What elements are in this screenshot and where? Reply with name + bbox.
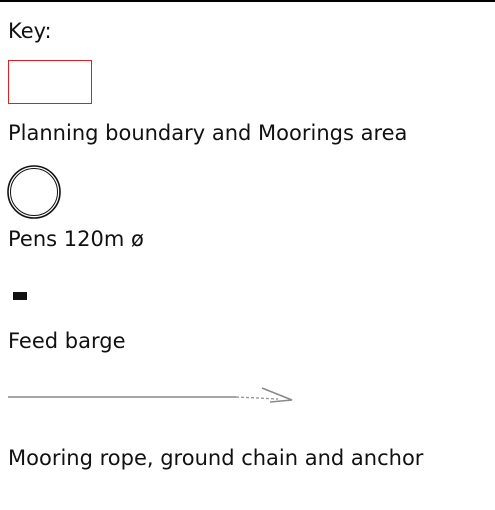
legend-panel: Key: Planning boundary and Moorings area… bbox=[0, 0, 495, 510]
pen-circle-icon bbox=[7, 165, 61, 219]
mooring-line-icon bbox=[8, 387, 293, 403]
feed-barge-swatch bbox=[13, 292, 27, 300]
planning-boundary-label: Planning boundary and Moorings area bbox=[8, 121, 408, 145]
legend-title: Key: bbox=[8, 19, 52, 43]
pens-label: Pens 120m ø bbox=[8, 227, 144, 251]
mooring-label: Mooring rope, ground chain and anchor bbox=[8, 446, 424, 470]
planning-boundary-swatch bbox=[8, 60, 92, 104]
feed-barge-label: Feed barge bbox=[8, 329, 126, 353]
